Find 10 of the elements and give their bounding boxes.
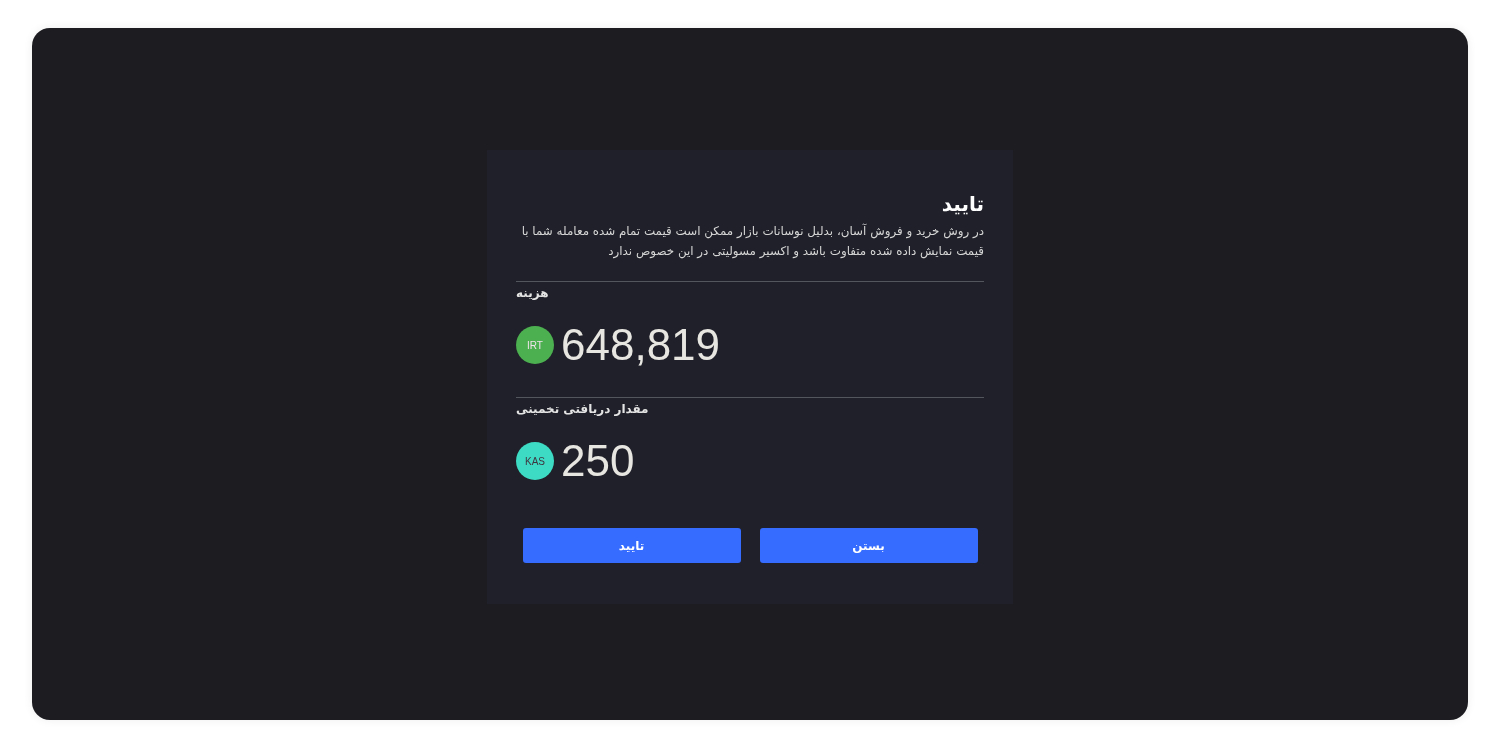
dialog-button[interactable]: تایید [522, 528, 741, 563]
dialog-message: در روش خرید و فروش آسان، بدلیل نوسانات بازار ممکن است قیمت تمام شده معامله شما با قیمت نمایش داده شده متفاوت باشد و اکسیر مسولیتی در این خصوص ندارد [520, 222, 984, 261]
currency-badge: KAS [516, 442, 554, 480]
currency-badge: IRT [516, 326, 554, 364]
amount-value: 648,819 [561, 322, 721, 368]
section-label: هزینه [516, 285, 549, 302]
section-label: مقدار دریافتی تخمینی [516, 401, 649, 418]
dialog-button[interactable]: بستن [759, 528, 978, 563]
dialog-title: تایید [940, 191, 984, 218]
amount-value: 250 [561, 438, 635, 484]
